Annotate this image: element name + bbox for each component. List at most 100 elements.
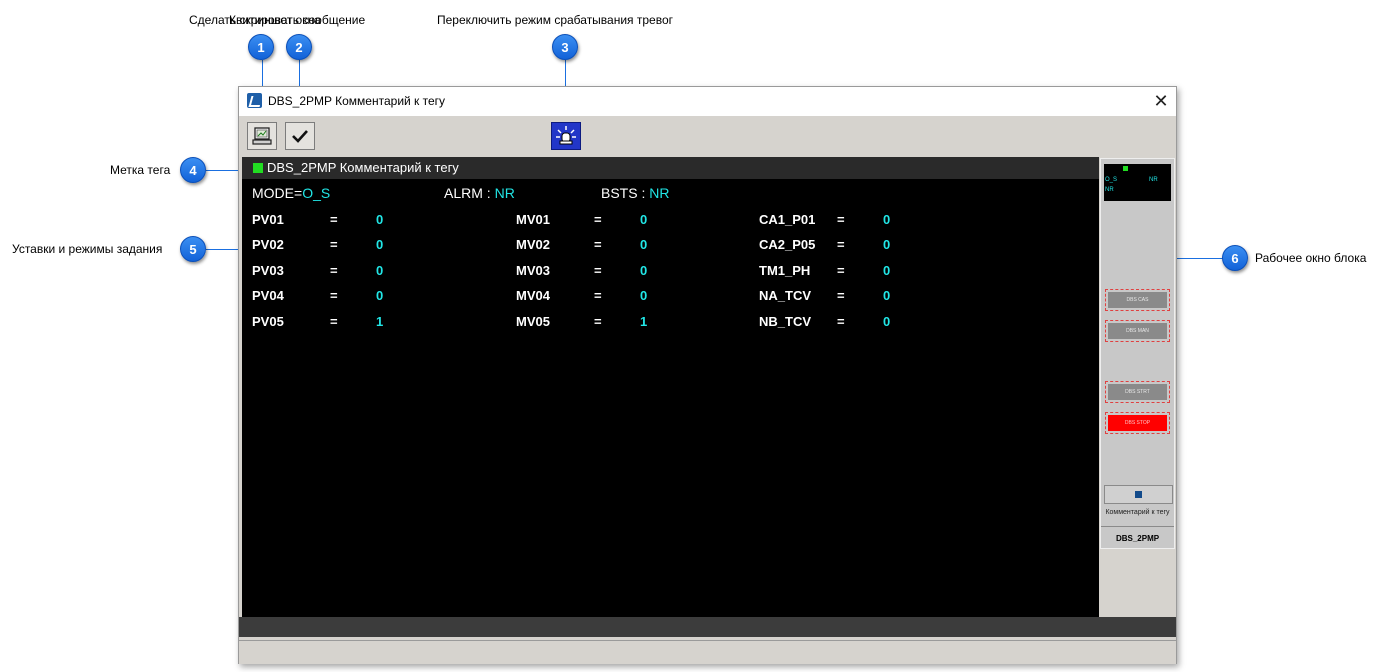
annotation-2-label: Квитировать сообщение	[229, 13, 366, 27]
panel-title: DBS_2PMP Комментарий к тегу	[267, 160, 459, 175]
equals-sign: =	[330, 263, 338, 278]
equals-sign: =	[594, 314, 602, 329]
bsts-value[interactable]: NR	[649, 185, 669, 201]
param-value[interactable]: 0	[376, 212, 383, 227]
man-button[interactable]: DBS MAN	[1105, 320, 1170, 342]
param-name: CA2_P05	[759, 237, 816, 252]
man-button-label: DBS MAN	[1108, 323, 1167, 339]
param-value[interactable]: 0	[376, 263, 383, 278]
annotation-5-label: Уставки и режимы задания	[12, 242, 163, 256]
window-title: DBS_2PMP Комментарий к тегу	[268, 94, 446, 108]
equals-sign: =	[837, 212, 845, 227]
block-comment: Комментарий к тегу	[1105, 509, 1170, 516]
app-logo-icon	[247, 93, 262, 108]
cas-button-label: DBS CAS	[1108, 292, 1167, 308]
equals-sign: =	[594, 263, 602, 278]
param-value[interactable]: 1	[640, 314, 647, 329]
param-value[interactable]: 0	[883, 263, 890, 278]
cas-button[interactable]: DBS CAS	[1105, 289, 1170, 311]
param-name: PV02	[252, 237, 284, 252]
param-value[interactable]: 0	[376, 237, 383, 252]
status-bar	[239, 640, 1176, 664]
bsts-status: BSTS : NR	[601, 185, 669, 201]
equals-sign: =	[330, 288, 338, 303]
param-value[interactable]: 0	[640, 288, 647, 303]
param-name: MV02	[516, 237, 550, 252]
mini-tag-mark	[1123, 166, 1128, 171]
annotation-4-badge: 4	[180, 157, 206, 183]
start-button-label: DBS STRT	[1108, 384, 1167, 400]
param-name: TM1_PH	[759, 263, 811, 278]
checkmark-icon	[292, 130, 308, 143]
alrm-status: ALRM : NR	[444, 185, 515, 201]
block-divider	[1101, 526, 1174, 527]
annotation-3-badge: 3	[552, 34, 578, 60]
annotation-1-badge: 1	[248, 34, 274, 60]
param-value[interactable]: 1	[376, 314, 383, 329]
equals-sign: =	[837, 237, 845, 252]
equals-sign: =	[837, 314, 845, 329]
tag-mark[interactable]	[253, 163, 263, 173]
param-value[interactable]: 0	[883, 288, 890, 303]
screenshot-button[interactable]	[247, 122, 277, 150]
bsts-label: BSTS :	[601, 185, 646, 201]
param-name: PV05	[252, 314, 284, 329]
indicator-square	[1135, 491, 1142, 498]
bottom-bar	[239, 617, 1176, 637]
alarm-siren-icon	[556, 126, 576, 145]
annotation-6-line	[1170, 258, 1224, 259]
annotation-4-label: Метка тега	[110, 163, 171, 177]
alarm-mode-button[interactable]	[551, 122, 581, 150]
stop-button-label: DBS STOP	[1108, 415, 1167, 431]
param-name: MV01	[516, 212, 550, 227]
param-value[interactable]: 0	[376, 288, 383, 303]
equals-sign: =	[330, 212, 338, 227]
param-value[interactable]: 0	[883, 212, 890, 227]
alrm-value[interactable]: NR	[495, 185, 515, 201]
mini-bsts-value: NR	[1105, 187, 1114, 193]
annotation-6-label: Рабочее окно блока	[1255, 251, 1367, 265]
param-name: MV05	[516, 314, 550, 329]
param-name: PV03	[252, 263, 284, 278]
panel-header: DBS_2PMP Комментарий к тегу	[242, 157, 1099, 179]
param-name: NA_TCV	[759, 288, 812, 303]
block-name: DBS_2PMP	[1115, 534, 1160, 543]
param-name: MV03	[516, 263, 550, 278]
equals-sign: =	[594, 288, 602, 303]
param-name: PV04	[252, 288, 284, 303]
param-name: CA1_P01	[759, 212, 816, 227]
tag-detail-panel: DBS_2PMP Комментарий к тегу MODE=O_S ALR…	[242, 157, 1099, 618]
title-bar: DBS_2PMP Комментарий к тегу ✕	[239, 87, 1176, 116]
equals-sign: =	[330, 314, 338, 329]
screenshot-icon	[252, 127, 272, 145]
mode-label: MODE=	[252, 185, 303, 201]
block-indicator[interactable]	[1104, 485, 1173, 504]
equals-sign: =	[837, 288, 845, 303]
annotation-5-badge: 5	[180, 236, 206, 262]
alrm-label: ALRM :	[444, 185, 491, 201]
param-value[interactable]: 0	[640, 263, 647, 278]
param-value[interactable]: 0	[883, 237, 890, 252]
annotation-6-badge: 6	[1222, 245, 1248, 271]
param-value[interactable]: 0	[883, 314, 890, 329]
param-name: NB_TCV	[759, 314, 812, 329]
stop-button[interactable]: DBS STOP	[1105, 412, 1170, 434]
equals-sign: =	[330, 237, 338, 252]
mini-alrm-value: NR	[1149, 177, 1158, 183]
block-mini-status: O_S NR NR	[1104, 164, 1171, 201]
param-value[interactable]: 0	[640, 237, 647, 252]
acknowledge-button[interactable]	[285, 122, 315, 150]
annotation-2-badge: 2	[286, 34, 312, 60]
equals-sign: =	[837, 263, 845, 278]
close-button[interactable]: ✕	[1146, 87, 1176, 116]
param-name: PV01	[252, 212, 284, 227]
faceplate-window: DBS_2PMP Комментарий к тегу ✕ DBS_2PMP К…	[238, 86, 1177, 664]
mini-mode-value: O_S	[1105, 177, 1118, 183]
annotation-3-label: Переключить режим срабатывания тревог	[437, 13, 674, 27]
param-value[interactable]: 0	[640, 212, 647, 227]
equals-sign: =	[594, 237, 602, 252]
mode-value[interactable]: O_S	[302, 185, 330, 201]
start-button[interactable]: DBS STRT	[1105, 381, 1170, 403]
mode-status: MODE=O_S	[252, 185, 330, 201]
param-name: MV04	[516, 288, 550, 303]
